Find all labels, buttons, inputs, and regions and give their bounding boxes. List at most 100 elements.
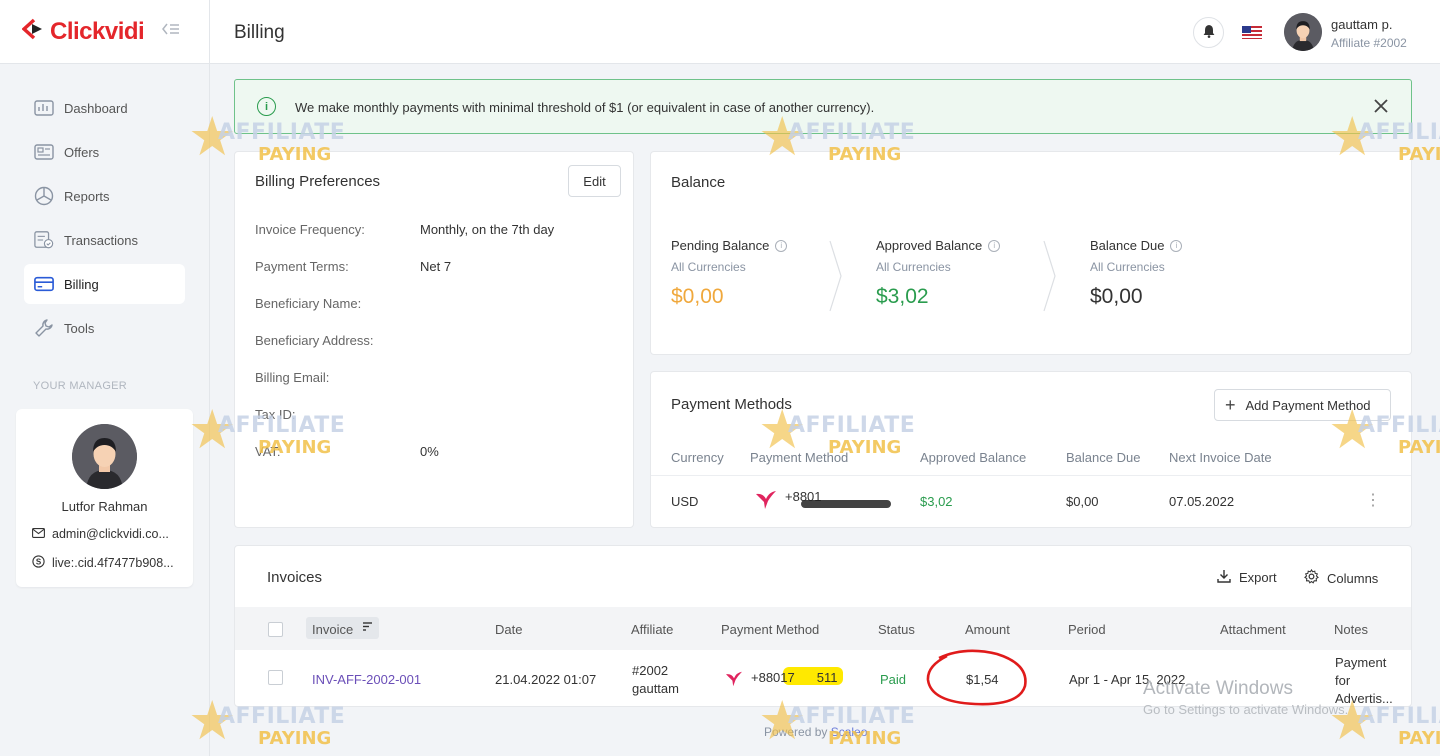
manager-avatar: [72, 424, 137, 489]
us-flag-icon[interactable]: [1242, 26, 1262, 39]
chevron-right-icon: [1043, 240, 1056, 312]
sidebar-item-label: Offers: [64, 144, 100, 160]
column-header: Date: [495, 622, 523, 637]
sort-icon: [362, 620, 373, 635]
user-avatar[interactable]: [1284, 13, 1322, 51]
collapse-sidebar-icon[interactable]: [162, 22, 180, 41]
bell-icon: [1203, 24, 1215, 41]
logo-mark-icon: [21, 18, 48, 46]
add-payment-method-label: Add Payment Method: [1245, 397, 1371, 413]
column-header: Currency: [671, 450, 724, 465]
column-header: Next Invoice Date: [1169, 450, 1272, 465]
balance-due: Balance Due i All Currencies $0,00: [1090, 238, 1183, 309]
powered-by: Powered by Scaleo: [764, 725, 867, 739]
gear-icon: [1304, 568, 1319, 587]
column-header: Affiliate: [631, 622, 674, 637]
logo-text: Clickvidi: [50, 17, 145, 45]
sidebar-item-billing[interactable]: Billing: [24, 264, 185, 304]
pref-label: Invoice Frequency:: [255, 222, 365, 237]
payment-bird-icon: [725, 671, 745, 686]
invoice-date: 21.04.2022 01:07: [495, 672, 597, 687]
user-name[interactable]: gauttam p.: [1331, 17, 1392, 32]
info-icon[interactable]: i: [1170, 239, 1183, 252]
sidebar-nav: Dashboard Offers Reports Transactions Bi…: [0, 64, 209, 348]
notifications-button[interactable]: [1193, 17, 1224, 48]
sidebar-item-reports[interactable]: Reports: [24, 176, 185, 216]
manager-section-title: YOUR MANAGER: [33, 380, 128, 392]
export-button[interactable]: Export: [1217, 569, 1277, 586]
manager-name: Lutfor Rahman: [61, 499, 148, 514]
pending-balance: Pending Balance i All Currencies $0,00: [671, 238, 788, 309]
pref-value: Net 7: [420, 259, 452, 274]
payment-bird-icon: [755, 490, 776, 509]
balance-value: $0,00: [1090, 285, 1143, 308]
balance-label: Approved Balance: [876, 238, 983, 253]
pref-label: Beneficiary Address:: [255, 333, 374, 348]
manager-email-text: admin@clickvidi.co...: [52, 527, 169, 541]
invoice-payment-method: +88017 511: [725, 670, 838, 686]
column-header[interactable]: Invoice: [312, 622, 353, 637]
balance-label: Pending Balance: [671, 238, 770, 253]
column-header: Payment Method: [721, 622, 820, 637]
manager-skype[interactable]: S live:.cid.4f7477b908...: [32, 555, 182, 571]
pref-label: VAT:: [255, 444, 281, 459]
row-checkbox[interactable]: [268, 670, 283, 685]
manager-email[interactable]: admin@clickvidi.co...: [32, 527, 182, 541]
sidebar-item-dashboard[interactable]: Dashboard: [24, 88, 185, 128]
balance-value: $3,02: [876, 285, 929, 308]
info-circle-icon: i: [257, 97, 276, 116]
info-icon[interactable]: i: [775, 239, 788, 252]
invoice-method-suffix: 511: [816, 670, 838, 685]
invoice-notes: Payment for Advertis...: [1335, 655, 1393, 706]
invoices-title: Invoices: [267, 569, 323, 586]
tools-icon: [34, 319, 54, 337]
sidebar-item-label: Reports: [64, 188, 110, 204]
close-icon[interactable]: [1373, 94, 1389, 120]
sidebar-item-label: Transactions: [64, 232, 138, 248]
pref-label: Tax ID:: [255, 407, 296, 422]
offers-icon: [34, 143, 54, 161]
edit-button[interactable]: Edit: [568, 165, 621, 197]
balance-sub: All Currencies: [876, 260, 951, 274]
user-affiliate-id: Affiliate #2002: [1331, 36, 1407, 50]
export-label: Export: [1239, 570, 1277, 585]
sidebar-item-label: Billing: [64, 276, 99, 292]
pm-next-date: 07.05.2022: [1169, 494, 1235, 509]
powered-prefix: Powered by: [764, 725, 831, 739]
pm-due: $0,00: [1066, 494, 1099, 509]
balance-sub: All Currencies: [671, 260, 746, 274]
column-header: Attachment: [1220, 622, 1286, 637]
balance-value: $0,00: [671, 285, 724, 308]
balance-card: Balance Pending Balance i All Currencies …: [650, 151, 1412, 355]
status-badge: Paid: [880, 672, 907, 687]
sidebar-item-label: Dashboard: [64, 100, 128, 116]
transactions-icon: [34, 231, 54, 249]
page-title: Billing: [234, 22, 285, 43]
info-icon[interactable]: i: [988, 239, 1001, 252]
column-header: Payment Method: [750, 450, 849, 465]
column-header: Status: [878, 622, 915, 637]
manager-card: Lutfor Rahman admin@clickvidi.co... S li…: [16, 409, 193, 587]
payment-methods-card: Payment Methods + Add Payment Method Cur…: [650, 371, 1412, 528]
invoice-link[interactable]: INV-AFF-2002-001: [312, 672, 421, 687]
billing-icon: [34, 275, 54, 293]
select-all-checkbox[interactable]: [268, 622, 283, 637]
red-circle-annotation: [926, 649, 1027, 706]
more-vertical-icon[interactable]: ⋮: [1365, 490, 1381, 510]
sidebar-item-transactions[interactable]: Transactions: [24, 220, 185, 260]
threshold-alert: i We make monthly payments with minimal …: [234, 79, 1412, 134]
activate-windows-sub: Go to Settings to activate Windows.: [1143, 702, 1349, 717]
sidebar-item-tools[interactable]: Tools: [24, 308, 185, 348]
columns-label: Columns: [1327, 570, 1379, 586]
dashboard-icon: [34, 99, 54, 117]
manager-skype-text: live:.cid.4f7477b908...: [52, 556, 174, 570]
pref-label: Beneficiary Name:: [255, 296, 362, 311]
scaleo-link[interactable]: Scaleo: [831, 725, 868, 739]
invoice-method-text: +88017: [751, 670, 795, 685]
columns-button[interactable]: Columns: [1304, 568, 1379, 587]
column-header: Notes: [1334, 622, 1368, 637]
sidebar-item-offers[interactable]: Offers: [24, 132, 185, 172]
column-header: Period: [1068, 622, 1106, 637]
add-payment-method-button[interactable]: + Add Payment Method: [1214, 389, 1391, 421]
chevron-right-icon: [829, 240, 842, 312]
